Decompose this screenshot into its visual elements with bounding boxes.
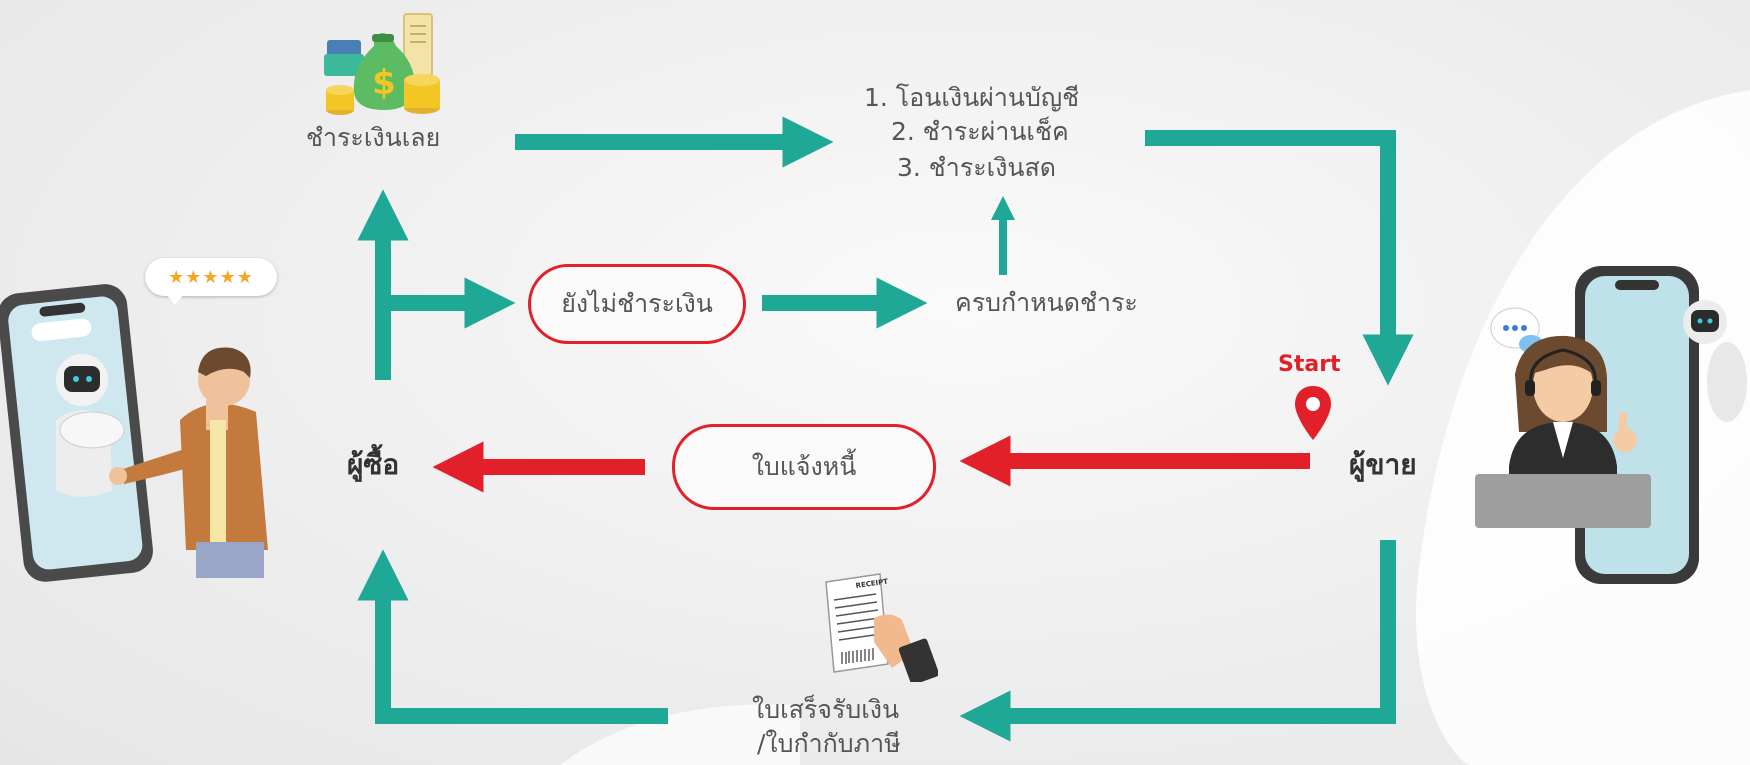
svg-text:$: $ [372,63,396,103]
start-label: Start [1278,352,1341,377]
buyer-with-robot-phone-illustration [0,284,268,582]
unpaid-label: ยังไม่ชำระเงิน [561,289,713,318]
seller-label: ผู้ขาย [1349,448,1417,481]
unpaid-node: ยังไม่ชำระเงิน [528,264,746,344]
money-bag-icon: $ [324,13,440,115]
receipt-hand-icon: RECEIPT [825,573,938,682]
payment-method-3: 3. ชำระเงินสด [897,153,1056,182]
arrow-methods-to-seller [1145,130,1414,386]
seller-with-robot-phone-illustration [1475,266,1747,584]
location-pin-icon [1295,386,1331,440]
rating-stars: ★★★★★ [168,266,254,288]
flow-diagram: $ ชำระเงินเลย 1. โอนเงินผ่านบัญชี 2. ชำร… [0,0,1750,765]
payment-method-2: 2. ชำระผ่านเช็ค [891,117,1069,146]
invoice-label: ใบแจ้งหนี้ [751,452,857,481]
due-date-label: ครบกำหนดชำระ [955,288,1138,317]
arrow-seller-to-receipt [959,540,1396,742]
arrow-receipt-to-buyer [357,549,668,724]
pay-now-label: ชำระเงินเลย [306,123,441,152]
invoice-node: ใบแจ้งหนี้ [672,424,936,510]
buyer-label: ผู้ซื้อ [347,448,400,481]
receipt-label-line1: ใบเสร็จรับเงิน [752,695,900,724]
rating-stars-bubble: ★★★★★ [145,258,277,305]
payment-method-1: 1. โอนเงินผ่านบัญชี [864,83,1080,112]
receipt-label-line2: /ใบกำกับภาษี [757,729,901,758]
